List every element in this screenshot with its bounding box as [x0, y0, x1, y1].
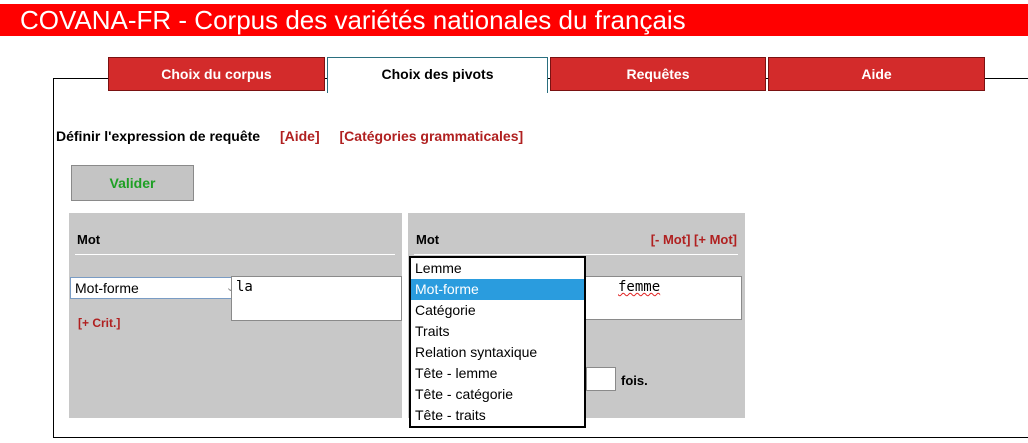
- dropdown-option-tete-lemme[interactable]: Tête - lemme: [411, 363, 584, 384]
- remove-word-button[interactable]: [- Mot]: [651, 232, 691, 247]
- criterion-select[interactable]: Mot-forme ⌄: [70, 277, 240, 299]
- dropdown-option-traits[interactable]: Traits: [411, 321, 584, 342]
- criterion-dropdown-list[interactable]: Lemme Mot-forme Catégorie Traits Relatio…: [409, 256, 586, 428]
- grammatical-categories-link[interactable]: [Catégories grammaticales]: [340, 128, 524, 144]
- word-value-input[interactable]: la: [231, 276, 402, 321]
- word-panel-2-title: Mot: [416, 232, 440, 247]
- dropdown-option-mot-forme[interactable]: Mot-forme: [411, 279, 584, 300]
- criterion-select-value: Mot-forme: [75, 280, 139, 296]
- fois-label: fois.: [621, 373, 648, 388]
- dropdown-option-tete-categorie[interactable]: Tête - catégorie: [411, 384, 584, 405]
- word-panel-2-separator: [414, 254, 738, 255]
- word-value-input-2-text: femme: [618, 279, 661, 295]
- repeat-count-input[interactable]: [586, 367, 616, 391]
- app-title: COVANA-FR - Corpus des variétés national…: [0, 4, 1028, 36]
- query-heading: Définir l'expression de requête [Aide] […: [56, 128, 523, 144]
- tab-requetes[interactable]: Requêtes: [550, 57, 766, 91]
- add-word-button[interactable]: [+ Mot]: [694, 232, 737, 247]
- dropdown-option-relation-syntaxique[interactable]: Relation syntaxique: [411, 342, 584, 363]
- dropdown-option-categorie[interactable]: Catégorie: [411, 300, 584, 321]
- tab-choix-du-corpus[interactable]: Choix du corpus: [108, 57, 325, 91]
- dropdown-option-tete-traits[interactable]: Tête - traits: [411, 405, 584, 426]
- help-link[interactable]: [Aide]: [280, 128, 320, 144]
- dropdown-option-lemme[interactable]: Lemme: [411, 258, 584, 279]
- word-panel-2-actions: [- Mot] [+ Mot]: [651, 232, 737, 247]
- word-value-input-2[interactable]: femme: [584, 276, 742, 320]
- word-panel-1-separator: [75, 254, 395, 255]
- query-heading-text: Définir l'expression de requête: [56, 128, 261, 144]
- add-criterion-button[interactable]: [+ Crit.]: [78, 316, 120, 330]
- tab-choix-des-pivots[interactable]: Choix des pivots: [327, 57, 548, 93]
- valider-button[interactable]: Valider: [71, 165, 194, 201]
- tab-aide[interactable]: Aide: [768, 57, 985, 91]
- word-panel-1: Mot Mot-forme ⌄ la [+ Crit.]: [69, 213, 402, 418]
- word-panel-1-title: Mot: [77, 232, 101, 247]
